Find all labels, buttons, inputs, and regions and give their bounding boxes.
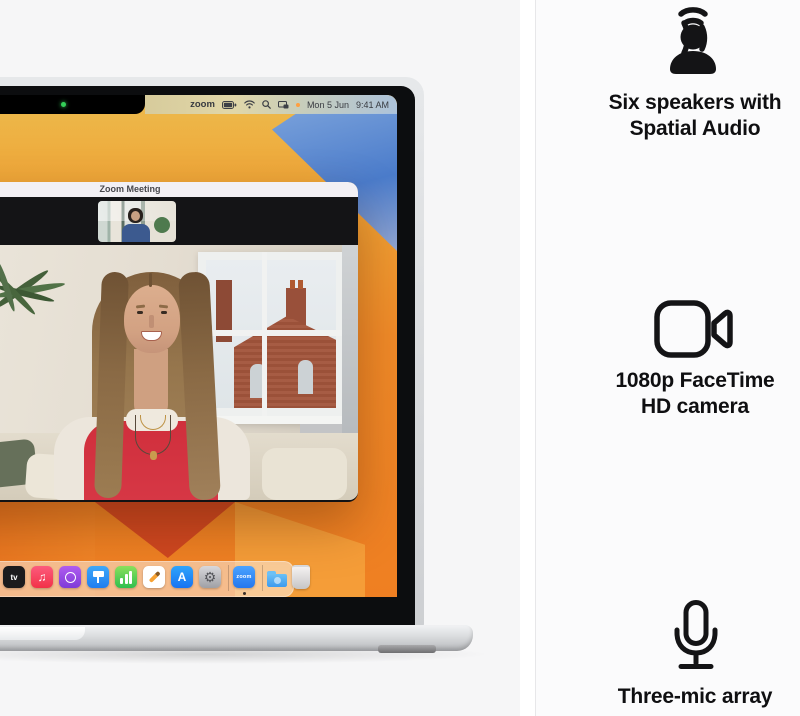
gear-icon: ⚙ (204, 569, 217, 586)
dock-icon-apple-tv[interactable]: tv (3, 566, 25, 588)
numbers-bar-icon (125, 574, 128, 584)
numbers-bar-icon (120, 578, 123, 584)
thumbnail-person-face (131, 211, 140, 221)
apple-tv-label: tv (10, 573, 17, 582)
macbook-screen: zoom Mon 5 Jun 9:41 AM (0, 95, 397, 597)
window-sash-bar (198, 330, 344, 336)
hair-part (149, 273, 152, 287)
thumbnail-plant (154, 217, 170, 233)
feature-line: HD camera (558, 394, 800, 420)
eye (137, 311, 143, 314)
dock-icon-numbers[interactable] (115, 566, 137, 588)
main-speaker-video[interactable] (0, 245, 358, 500)
product-marketing-image: zoom Mon 5 Jun 9:41 AM (0, 0, 800, 716)
menu-bar-app-name[interactable]: zoom (190, 99, 215, 110)
podcasts-icon (65, 572, 76, 583)
dock-icon-keynote[interactable] (87, 566, 109, 588)
dock-icon-podcasts[interactable] (59, 566, 81, 588)
dock-icon-trash[interactable] (292, 565, 310, 589)
window-title-bar[interactable]: Zoom Meeting (0, 182, 358, 197)
folder-tab (267, 571, 276, 575)
panel-gutter (520, 0, 535, 716)
feature-text-camera: 1080p FaceTime HD camera (558, 368, 800, 420)
dock-icon-music[interactable]: ♫ (31, 566, 53, 588)
dock-icon-app-store[interactable]: A (171, 566, 193, 588)
wifi-icon[interactable] (244, 100, 255, 109)
chimney-pot (290, 280, 295, 289)
screen-mirroring-icon[interactable] (278, 101, 289, 109)
dock-icon-zoom[interactable]: zoom (233, 566, 255, 588)
pencil-icon (148, 571, 160, 583)
laptop-photo-panel: zoom Mon 5 Jun 9:41 AM (0, 0, 520, 716)
camera-notch (0, 95, 145, 114)
app-store-icon: A (178, 570, 187, 584)
folder-icon (267, 574, 287, 587)
camera-active-led (61, 102, 66, 107)
facetime-camera-icon (654, 300, 734, 363)
feature-line: Six speakers with (558, 90, 800, 116)
macbook-rubber-foot (378, 645, 436, 653)
chimney-pot (298, 280, 303, 289)
numbers-bar-icon (129, 571, 132, 584)
feature-text-speakers: Six speakers with Spatial Audio (558, 90, 800, 142)
house-window (298, 360, 313, 394)
microphone-icon (672, 600, 720, 677)
keynote-icon-stem (97, 577, 100, 583)
folder-download-dot (274, 577, 281, 584)
nose (149, 315, 154, 328)
zoom-running-indicator (243, 592, 246, 595)
room-window (198, 252, 344, 424)
spotlight-search-icon[interactable] (262, 100, 271, 109)
thumbnail-person-shirt (122, 224, 150, 242)
features-panel: Six speakers with Spatial Audio 1080p Fa… (536, 0, 800, 716)
battery-icon[interactable] (222, 101, 237, 109)
feature-line: Three-mic array (558, 684, 800, 710)
participant-thumbnail[interactable] (98, 201, 176, 242)
sofa-cushion (262, 448, 347, 500)
macbook-base-highlight (0, 627, 85, 640)
feature-text-mic: Three-mic array (558, 684, 800, 710)
feature-line: Spatial Audio (558, 116, 800, 142)
feature-line: 1080p FaceTime (558, 368, 800, 394)
participants-filmstrip (0, 197, 358, 245)
eye (161, 311, 167, 314)
menu-bar: zoom Mon 5 Jun 9:41 AM (145, 95, 397, 114)
music-note-icon: ♫ (38, 570, 47, 584)
menu-bar-time[interactable]: 9:41 AM (356, 100, 389, 110)
zoom-app-label: zoom (236, 574, 251, 580)
dock-icon-pages[interactable] (143, 566, 165, 588)
dock-separator (228, 565, 229, 591)
dock-icon-system-settings[interactable]: ⚙ (199, 566, 221, 588)
window-title: Zoom Meeting (100, 184, 161, 194)
dock: tv ♫ (0, 561, 294, 597)
menu-bar-date[interactable]: Mon 5 Jun (307, 100, 349, 110)
dock-icon-downloads-folder[interactable] (266, 566, 288, 588)
dock-separator (262, 565, 263, 591)
recording-indicator-dot (296, 103, 300, 107)
zoom-meeting-window[interactable]: Zoom Meeting (0, 182, 358, 502)
window-mullion (262, 252, 267, 424)
spatial-audio-icon (651, 1, 735, 82)
necklace-cord (135, 415, 171, 455)
necklace-pendant (150, 451, 157, 460)
